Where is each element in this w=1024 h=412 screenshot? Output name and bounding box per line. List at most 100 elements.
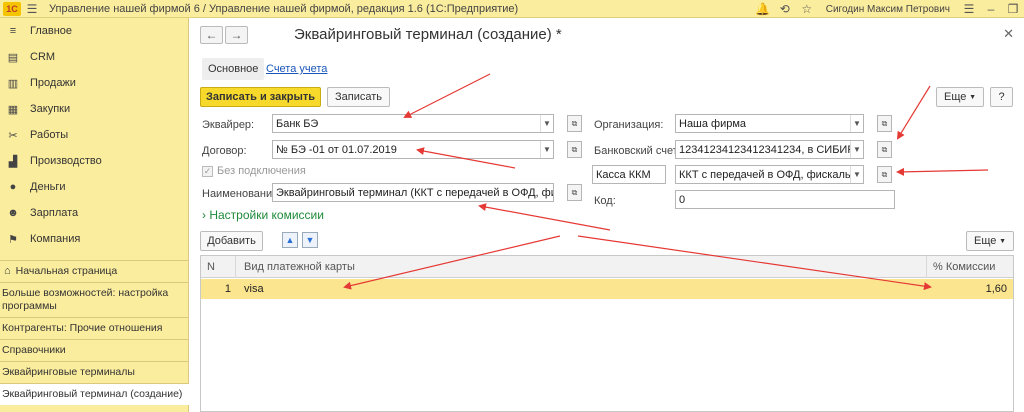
section-salary[interactable]: ☻ Зарплата	[0, 200, 188, 226]
name-label: Наименование:	[202, 188, 282, 200]
section-label: CRM	[30, 51, 56, 63]
open-windows-list: ⌂ Начальная страница Больше возможностей…	[0, 260, 189, 405]
section-money[interactable]: ● Деньги	[0, 174, 188, 200]
organization-field[interactable]: Наша фирма ▼	[675, 114, 864, 133]
window-titlebar: 1С ☰ Управление нашей фирмой 6 / Управле…	[0, 0, 1024, 18]
move-down-button[interactable]: ▼	[302, 232, 318, 248]
flag-icon: ⚑	[8, 233, 18, 246]
chevron-down-icon: ▼	[969, 93, 976, 101]
chevron-down-icon[interactable]: ▼	[850, 166, 863, 183]
chevron-down-icon[interactable]: ▼	[850, 115, 863, 132]
current-user[interactable]: Сигодин Максим Петрович	[826, 4, 950, 15]
table-row[interactable]: 1 visa 1,60	[201, 279, 1013, 299]
bank-account-field[interactable]: 12341234123412341234, в СИБИРСКИЙ ▼	[675, 140, 864, 159]
back-button[interactable]: ←	[200, 26, 223, 44]
open-window-item[interactable]: Эквайринговые терминалы	[0, 361, 189, 383]
bell-icon[interactable]: 🔔	[752, 0, 774, 18]
section-crm[interactable]: ▤ CRM	[0, 44, 188, 70]
arrow-down-icon: ▼	[305, 235, 315, 245]
column-card-type[interactable]: Вид платежной карты	[236, 256, 927, 278]
section-label: Зарплата	[30, 207, 79, 219]
cell-n: 1	[224, 283, 231, 295]
open-window-label: Начальная страница	[15, 265, 118, 277]
help-button[interactable]: ?	[990, 87, 1013, 107]
settings-menu-icon[interactable]: ☰	[958, 0, 980, 18]
bank-account-label: Банковский счет:	[594, 145, 681, 157]
chevron-down-icon: ▼	[999, 237, 1006, 245]
section-label: Производство	[30, 155, 102, 167]
acquirer-field[interactable]: Банк БЭ ▼	[272, 114, 554, 133]
more-label: Еще	[974, 235, 997, 247]
contract-field[interactable]: № БЭ -01 от 01.07.2019 ▼	[272, 140, 554, 159]
open-link-icon: ⧉	[881, 144, 888, 154]
acquirer-label: Эквайрер:	[202, 119, 255, 131]
section-label: Компания	[30, 233, 81, 245]
open-window-item-active[interactable]: Эквайринговый терминал (создание)	[0, 383, 189, 405]
cash-register-field[interactable]: ККТ с передачей в ОФД, фискальный ▼	[675, 165, 864, 184]
open-window-home[interactable]: ⌂ Начальная страница	[0, 260, 189, 282]
section-label: Продажи	[30, 77, 76, 89]
factory-icon: ▟	[8, 155, 18, 168]
open-window-item[interactable]: Справочники	[0, 339, 189, 361]
code-input[interactable]: 0	[675, 190, 895, 209]
move-up-button[interactable]: ▲	[282, 232, 298, 248]
name-edit-button[interactable]: ⧉	[567, 184, 582, 201]
open-link-icon: ⧉	[571, 118, 578, 128]
crm-icon: ▤	[7, 51, 19, 64]
person-icon: ☻	[7, 207, 19, 219]
chevron-down-icon[interactable]: ▼	[540, 141, 553, 158]
cash-type-field[interactable]: Касса ККМ	[592, 165, 666, 184]
section-company[interactable]: ⚑ Компания	[0, 226, 188, 252]
column-n[interactable]: N	[201, 256, 236, 278]
section-sales[interactable]: ▥ Продажи	[0, 70, 188, 96]
forward-button[interactable]: →	[225, 26, 248, 44]
open-bank-account-button[interactable]: ⧉	[877, 141, 892, 158]
commission-settings-toggle[interactable]: › Настройки комиссии	[202, 208, 324, 222]
table-more-button[interactable]: Еще ▼	[966, 231, 1014, 251]
hamburger-menu-icon[interactable]: ☰	[21, 0, 43, 18]
open-window-item[interactable]: Контрагенты: Прочие отношения	[0, 317, 189, 339]
add-row-button[interactable]: Добавить	[200, 231, 263, 251]
section-main[interactable]: ≡ Главное	[0, 18, 188, 44]
cell-commission: 1,60	[985, 283, 1007, 295]
home-icon: ⌂	[4, 265, 11, 277]
save-button[interactable]: Записать	[327, 87, 390, 107]
minimize-icon[interactable]: –	[980, 0, 1002, 18]
cash-type-value: Касса ККМ	[596, 168, 651, 181]
tools-icon: ✂	[8, 129, 18, 142]
open-contract-button[interactable]: ⧉	[567, 141, 582, 158]
purchases-icon: ▦	[7, 103, 19, 116]
chevron-down-icon[interactable]: ▼	[540, 115, 553, 132]
name-value: Эквайринговый терминал (ККТ с передачей …	[276, 186, 553, 199]
chevron-down-icon[interactable]: ▼	[850, 141, 863, 158]
window-title: Управление нашей фирмой 6 / Управление н…	[49, 2, 519, 15]
open-window-item[interactable]: Больше возможностей: настройка программы	[0, 282, 189, 317]
section-label: Главное	[30, 25, 73, 37]
no-connection-checkbox[interactable]: ✓	[202, 166, 213, 177]
tab-main[interactable]: Основное	[202, 58, 265, 80]
section-production[interactable]: ▟ Производство	[0, 148, 188, 174]
open-link-icon: ⧉	[881, 169, 888, 179]
bank-account-value: 12341234123412341234, в СИБИРСКИЙ	[679, 143, 850, 156]
close-icon[interactable]: ✕	[1003, 26, 1014, 42]
open-organization-button[interactable]: ⧉	[877, 115, 892, 132]
star-icon[interactable]: ☆	[796, 0, 818, 18]
name-input[interactable]: Эквайринговый терминал (ККТ с передачей …	[272, 183, 554, 202]
restore-icon[interactable]: ❐	[1002, 0, 1024, 18]
terminal-form: ← → Эквайринговый терминал (создание) * …	[190, 18, 1024, 412]
save-and-close-button[interactable]: Записать и закрыть	[200, 87, 321, 107]
open-cash-register-button[interactable]: ⧉	[877, 166, 892, 183]
money-icon: ●	[9, 181, 17, 193]
history-icon[interactable]: ⟲	[774, 0, 796, 18]
code-label: Код:	[594, 195, 616, 207]
commission-settings-label: Настройки комиссии	[209, 208, 324, 222]
sections-panel: ≡ Главное ▤ CRM ▥ Продажи ▦ Закупки ✂ Ра…	[0, 18, 189, 412]
cash-register-value: ККТ с передачей в ОФД, фискальный	[679, 168, 850, 181]
more-button[interactable]: Еще ▼	[936, 87, 984, 107]
tab-accounts[interactable]: Счета учета	[260, 58, 333, 80]
column-commission[interactable]: % Комиссии	[927, 256, 1013, 278]
section-purchases[interactable]: ▦ Закупки	[0, 96, 188, 122]
arrow-up-icon: ▲	[285, 235, 295, 245]
open-acquirer-button[interactable]: ⧉	[567, 115, 582, 132]
section-works[interactable]: ✂ Работы	[0, 122, 188, 148]
